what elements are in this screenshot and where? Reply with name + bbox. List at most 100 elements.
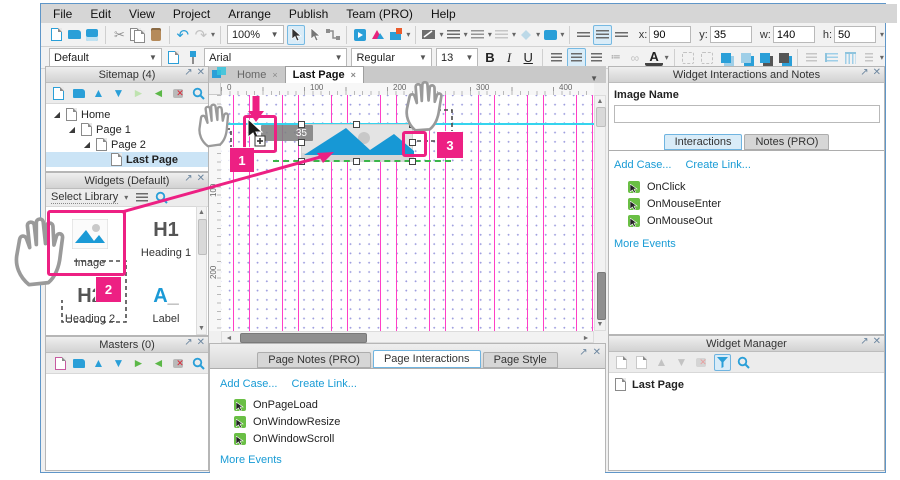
- close-icon[interactable]: ✕: [197, 173, 205, 184]
- format-painter-icon[interactable]: [184, 49, 201, 67]
- zoom-select[interactable]: 100%▼: [227, 25, 284, 44]
- link-icon[interactable]: ∞: [626, 49, 643, 67]
- move-up-icon[interactable]: ▲: [654, 355, 669, 370]
- indent-icon[interactable]: ►: [131, 86, 146, 101]
- arrow-style-icon[interactable]: [494, 26, 510, 44]
- widget-manager-item[interactable]: Last Page: [609, 377, 884, 392]
- move-up-icon[interactable]: ▲: [91, 86, 106, 101]
- indent-icon[interactable]: ►: [131, 356, 146, 371]
- overflow-caret-icon[interactable]: ▾: [211, 30, 215, 39]
- connector-tool-icon[interactable]: [325, 26, 341, 44]
- align-objects-left-icon[interactable]: [822, 49, 839, 67]
- move-down-icon[interactable]: ▼: [111, 86, 126, 101]
- direct-select-tool-icon[interactable]: [307, 26, 323, 44]
- search-icon[interactable]: [191, 356, 206, 371]
- handle-top-right[interactable]: [409, 121, 416, 128]
- vertical-guide[interactable]: [576, 95, 577, 331]
- handle-bottom-right[interactable]: [409, 158, 416, 165]
- bring-to-front-icon[interactable]: [718, 49, 735, 67]
- h-field[interactable]: [834, 26, 876, 43]
- vertical-guide[interactable]: [543, 95, 544, 331]
- bold-button[interactable]: B: [481, 49, 498, 67]
- popout-icon[interactable]: ↗: [184, 67, 192, 78]
- italic-button[interactable]: I: [501, 49, 518, 67]
- save-icon[interactable]: [84, 26, 100, 44]
- create-link-link[interactable]: Create Link...: [291, 378, 356, 390]
- copy-icon[interactable]: [130, 26, 146, 44]
- font-select[interactable]: Arial▼: [204, 48, 347, 67]
- create-link-link[interactable]: Create Link...: [685, 159, 750, 171]
- publish-icon[interactable]: [388, 26, 404, 44]
- handle-bottom-left[interactable]: [298, 158, 305, 165]
- w-field[interactable]: [773, 26, 815, 43]
- move-up-icon[interactable]: ▲: [91, 356, 106, 371]
- place-widget-icon[interactable]: [614, 355, 629, 370]
- event-onclick[interactable]: OnClick: [628, 178, 879, 195]
- font-size-select[interactable]: 13▼: [436, 48, 478, 67]
- outdent-icon[interactable]: ◄: [151, 356, 166, 371]
- distribute-horizontal-icon[interactable]: [803, 49, 820, 67]
- event-onmouseenter[interactable]: OnMouseEnter: [628, 195, 879, 212]
- tab-interactions[interactable]: Interactions: [664, 134, 743, 150]
- canvas-vscrollbar[interactable]: ▲ ▼: [594, 95, 606, 331]
- vertical-guide[interactable]: [429, 95, 430, 331]
- vertical-guide[interactable]: [478, 95, 479, 331]
- filter-icon[interactable]: [714, 354, 731, 371]
- handle-bottom-mid[interactable]: [353, 158, 360, 165]
- search-icon[interactable]: [736, 355, 751, 370]
- add-master-icon[interactable]: [51, 356, 66, 371]
- align-center-icon[interactable]: [567, 48, 586, 68]
- widget-name-input[interactable]: [614, 105, 880, 123]
- text-align-bottom-icon[interactable]: [614, 26, 630, 44]
- library-menu-icon[interactable]: [134, 190, 149, 205]
- menu-view[interactable]: View: [129, 7, 155, 21]
- open-icon[interactable]: [66, 26, 82, 44]
- move-down-icon[interactable]: ▼: [674, 355, 689, 370]
- select-tool-icon[interactable]: [287, 25, 305, 45]
- add-page-icon[interactable]: [51, 86, 66, 101]
- canvas-hscrollbar[interactable]: ◄ ►: [221, 331, 594, 343]
- align-left-icon[interactable]: [548, 49, 565, 67]
- close-icon[interactable]: ✕: [197, 67, 205, 78]
- y-field[interactable]: [710, 26, 752, 43]
- text-align-middle-icon[interactable]: [593, 25, 611, 45]
- image-widget-on-canvas[interactable]: [301, 124, 413, 161]
- popout-icon[interactable]: ↗: [860, 67, 868, 78]
- fill-color-icon[interactable]: [542, 26, 558, 44]
- underline-button[interactable]: U: [520, 49, 537, 67]
- preview-icon[interactable]: [352, 26, 368, 44]
- menu-file[interactable]: File: [53, 7, 72, 21]
- handle-top-left[interactable]: [298, 121, 305, 128]
- bring-forward-icon[interactable]: [756, 49, 773, 67]
- line-style-icon[interactable]: [470, 26, 486, 44]
- tab-last-page[interactable]: Last Page×: [285, 66, 364, 83]
- font-color-icon[interactable]: A: [645, 49, 662, 66]
- font-weight-select[interactable]: Regular▼: [351, 48, 431, 67]
- menu-publish[interactable]: Publish: [289, 7, 328, 21]
- send-backward-icon[interactable]: [775, 49, 792, 67]
- menu-project[interactable]: Project: [173, 7, 210, 21]
- chevron-down-icon[interactable]: ▾: [406, 30, 410, 39]
- delete-master-icon[interactable]: ✕: [171, 356, 186, 371]
- expand-triangle-icon[interactable]: ◢: [82, 140, 92, 149]
- search-icon[interactable]: [154, 190, 169, 205]
- close-icon[interactable]: ✕: [197, 337, 205, 348]
- widgets-scrollbar[interactable]: ▲ ▼: [196, 206, 207, 335]
- handle-mid-left[interactable]: [298, 139, 305, 146]
- sitemap-item-page2[interactable]: ◢ Page 2: [46, 137, 208, 152]
- close-icon[interactable]: ✕: [873, 336, 881, 347]
- align-objects-top-icon[interactable]: [842, 49, 859, 67]
- style-select[interactable]: Default▼: [49, 48, 162, 67]
- ungroup-icon[interactable]: [699, 49, 716, 67]
- fill-bucket-icon[interactable]: [518, 26, 534, 44]
- copy-widget-icon[interactable]: [634, 355, 649, 370]
- vertical-guide[interactable]: [494, 95, 495, 331]
- sitemap-item-page1[interactable]: ◢ Page 1: [46, 122, 208, 137]
- vertical-guide[interactable]: [592, 95, 593, 331]
- event-onwindowresize[interactable]: OnWindowResize: [234, 413, 605, 430]
- sitemap-item-home[interactable]: ◢ Home: [46, 107, 208, 122]
- event-onwindowscroll[interactable]: OnWindowScroll: [234, 430, 605, 447]
- pages-icon[interactable]: [212, 67, 226, 82]
- close-icon[interactable]: ✕: [593, 347, 601, 358]
- tab-list-icon[interactable]: ▼: [590, 74, 598, 83]
